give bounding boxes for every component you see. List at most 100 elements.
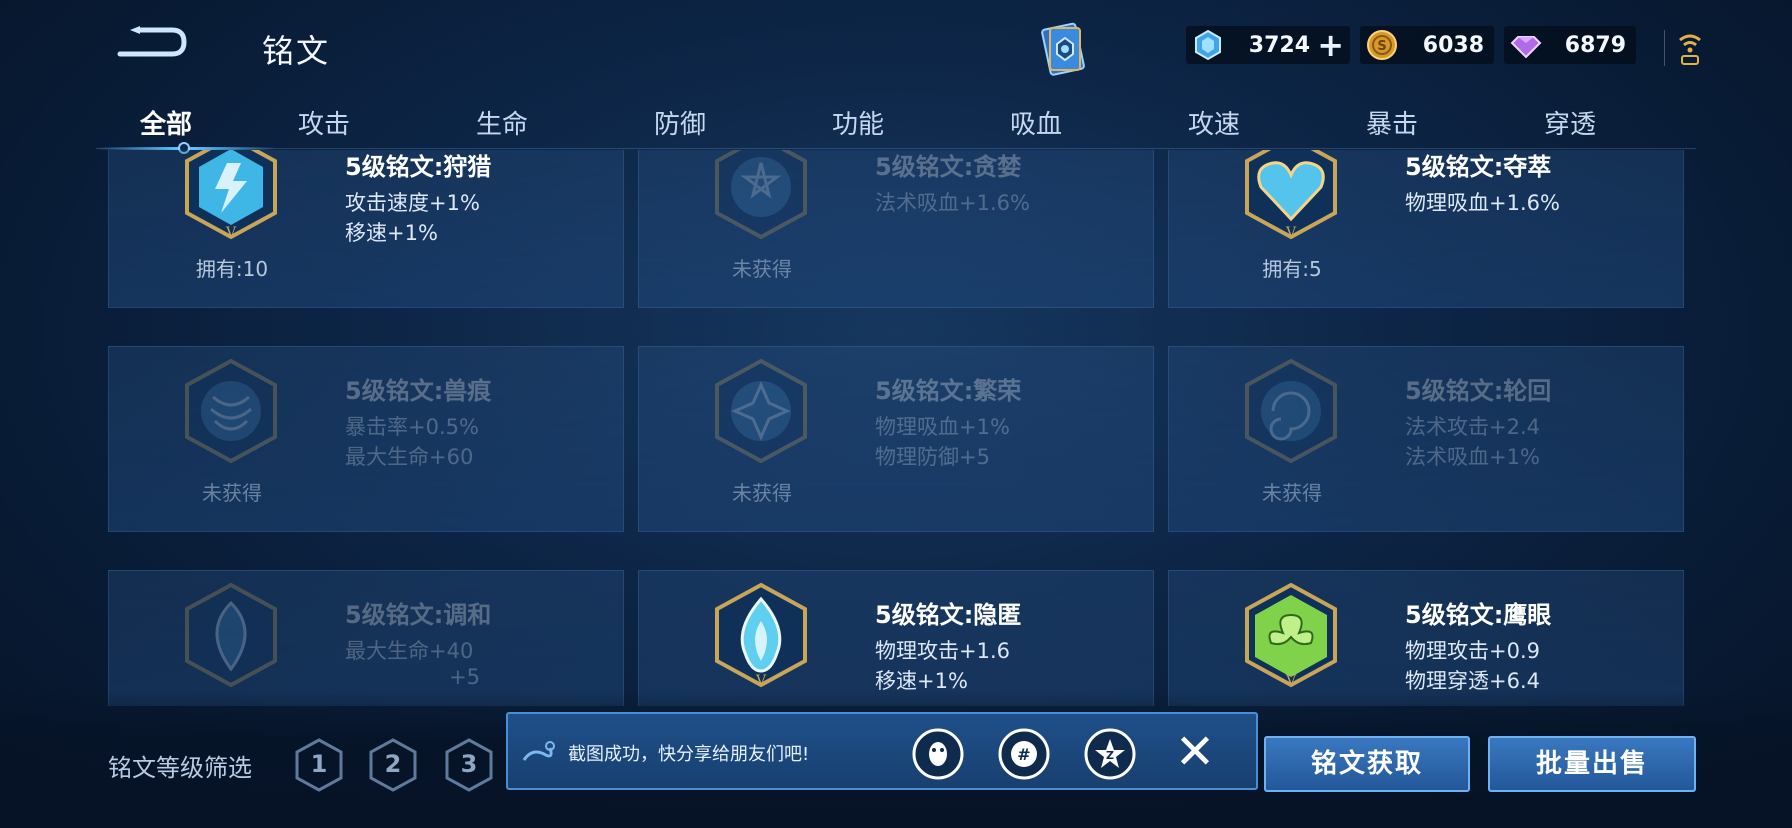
- rune-grid: V 5级铭文:狩猎 攻击速度+1% 移速+1% 拥有:10 5级铭文:贪婪 法术…: [108, 150, 1684, 706]
- tab-penetration[interactable]: 穿透: [1510, 104, 1630, 141]
- back-button[interactable]: [112, 22, 192, 62]
- rune-name: 5级铭文:鹰眼: [1405, 601, 1552, 629]
- divider: [1664, 30, 1665, 66]
- tab-all[interactable]: 全部: [106, 104, 226, 141]
- crystal-icon: [1195, 29, 1221, 61]
- share-wechat-button[interactable]: #: [998, 728, 1050, 780]
- rune-stat: 暴击率+0.5%: [345, 415, 479, 439]
- level-filter-1[interactable]: 1: [294, 738, 344, 792]
- rune-name: 5级铭文:贪婪: [875, 153, 1022, 181]
- svg-text:V: V: [755, 673, 767, 689]
- level-number: 2: [384, 750, 402, 778]
- svg-text:S: S: [1377, 39, 1386, 54]
- page-title: 铭文: [262, 32, 331, 70]
- rune-stat: 法术攻击+2.4: [1405, 415, 1540, 439]
- level-filter-3[interactable]: 3: [444, 738, 494, 792]
- level-number: 1: [310, 750, 328, 778]
- rune-stat: 攻击速度+1%: [345, 191, 480, 215]
- tab-defense[interactable]: 防御: [620, 104, 740, 141]
- share-qzone-button[interactable]: Z: [1084, 728, 1136, 780]
- claw-emblem-icon: [185, 358, 277, 464]
- crystal-value: 3724: [1248, 32, 1310, 58]
- svg-text:V: V: [225, 225, 237, 241]
- gold-coin-icon: S: [1367, 30, 1397, 60]
- tab-function[interactable]: 功能: [798, 104, 918, 141]
- rune-card[interactable]: 5级铭文:兽痕 暴击率+0.5% 最大生命+60 未获得: [108, 346, 624, 532]
- svg-text:V: V: [1285, 225, 1297, 241]
- rune-stat: 最大生命+40: [345, 639, 474, 663]
- add-crystal-button[interactable]: +: [1317, 29, 1344, 61]
- leaf-emblem-icon: [185, 582, 277, 688]
- rune-status: 未获得: [732, 481, 792, 505]
- rune-stat: 最大生命+60: [345, 445, 474, 469]
- bulk-sell-button[interactable]: 批量出售: [1488, 736, 1696, 792]
- rune-stat: 法术吸血+1.6%: [875, 191, 1030, 215]
- rune-stat: 物理吸血+1%: [875, 415, 1010, 439]
- rune-name: 5级铭文:繁荣: [875, 377, 1022, 405]
- rune-card[interactable]: 5级铭文:贪婪 法术吸血+1.6% 未获得: [638, 150, 1154, 308]
- rune-stat: +5: [449, 665, 480, 689]
- screenshot-share-bar: 截图成功，快分享给朋友们吧! # Z ✕: [506, 712, 1258, 790]
- tab-lifesteal[interactable]: 吸血: [976, 104, 1096, 141]
- gold-currency: S 6038: [1360, 26, 1494, 64]
- rune-name: 5级铭文:隐匿: [875, 601, 1022, 629]
- qzone-icon: Z: [1084, 728, 1136, 780]
- rune-card[interactable]: 5级铭文:繁荣 物理吸血+1% 物理防御+5 未获得: [638, 346, 1154, 532]
- rune-name: 5级铭文:兽痕: [345, 377, 492, 405]
- qq-icon: [912, 728, 964, 780]
- swirl-emblem-icon: [1245, 358, 1337, 464]
- heart-knot-emblem-icon: V: [1245, 150, 1337, 241]
- share-message: 截图成功，快分享给朋友们吧!: [568, 744, 810, 765]
- rune-card[interactable]: 5级铭文:调和 最大生命+40 +5: [108, 570, 624, 706]
- gold-value: 6038: [1422, 32, 1484, 58]
- wifi-signal-icon: [1679, 34, 1701, 65]
- rune-card[interactable]: V 5级铭文:狩猎 攻击速度+1% 移速+1% 拥有:10: [108, 150, 624, 308]
- clover-emblem-icon: V: [1245, 582, 1337, 689]
- tab-critical[interactable]: 暴击: [1332, 104, 1452, 141]
- rune-stat: 物理攻击+1.6: [875, 639, 1010, 663]
- rune-card[interactable]: V 5级铭文:鹰眼 物理攻击+0.9 物理穿透+6.4: [1168, 570, 1684, 706]
- level-filter-label: 铭文等级筛选: [108, 754, 252, 782]
- svg-text:V: V: [1285, 673, 1297, 689]
- crystal-currency: 3724 +: [1186, 26, 1350, 64]
- rune-stat: 法术吸血+1%: [1405, 445, 1540, 469]
- tab-divider: [96, 148, 1696, 149]
- lightning-emblem-icon: V: [185, 150, 277, 241]
- rune-owned-count: 拥有:5: [1262, 257, 1322, 281]
- rune-card-icon[interactable]: [1036, 20, 1092, 78]
- tab-attack-speed[interactable]: 攻速: [1154, 104, 1274, 141]
- cloud-swirl-icon: [522, 741, 555, 761]
- flower-emblem-icon: [715, 358, 807, 464]
- back-arrow-icon: [117, 26, 187, 57]
- rune-stat: 移速+1%: [345, 221, 438, 245]
- rune-name: 5级铭文:调和: [345, 601, 492, 629]
- rune-stat: 物理吸血+1.6%: [1405, 191, 1560, 215]
- svg-text:#: #: [1017, 745, 1030, 764]
- gem-value: 6879: [1564, 32, 1626, 58]
- close-share-button[interactable]: ✕: [1170, 724, 1220, 780]
- rune-card[interactable]: V 5级铭文:隐匿 物理攻击+1.6 移速+1%: [638, 570, 1154, 706]
- rune-stat: 物理防御+5: [875, 445, 990, 469]
- obtain-rune-button[interactable]: 铭文获取: [1264, 736, 1470, 792]
- rune-card[interactable]: V 5级铭文:夺萃 物理吸血+1.6% 拥有:5: [1168, 150, 1684, 308]
- tab-health[interactable]: 生命: [442, 104, 562, 141]
- level-filter-2[interactable]: 2: [368, 738, 418, 792]
- tab-attack[interactable]: 攻击: [264, 104, 384, 141]
- rune-name: 5级铭文:轮回: [1405, 377, 1552, 405]
- rune-status: 未获得: [202, 481, 262, 505]
- star-emblem-icon: [715, 150, 807, 240]
- rune-card[interactable]: 5级铭文:轮回 法术攻击+2.4 法术吸血+1% 未获得: [1168, 346, 1684, 532]
- flame-emblem-icon: V: [715, 582, 807, 689]
- gem-currency: 6879: [1504, 26, 1636, 64]
- level-number: 3: [460, 750, 478, 778]
- svg-text:Z: Z: [1106, 749, 1114, 762]
- rune-status: 未获得: [1262, 481, 1322, 505]
- top-bar: 铭文 3724 + S 6038 6879: [0, 0, 1792, 100]
- gem-icon: [1510, 36, 1542, 59]
- category-tabs: 全部 攻击 生命 防御 功能 吸血 攻速 暴击 穿透: [96, 100, 1696, 150]
- rune-name: 5级铭文:狩猎: [345, 153, 492, 181]
- rune-status: 未获得: [732, 257, 792, 281]
- wechat-icon: #: [998, 728, 1050, 780]
- rune-owned-count: 拥有:10: [195, 257, 269, 281]
- share-qq-button[interactable]: [912, 728, 964, 780]
